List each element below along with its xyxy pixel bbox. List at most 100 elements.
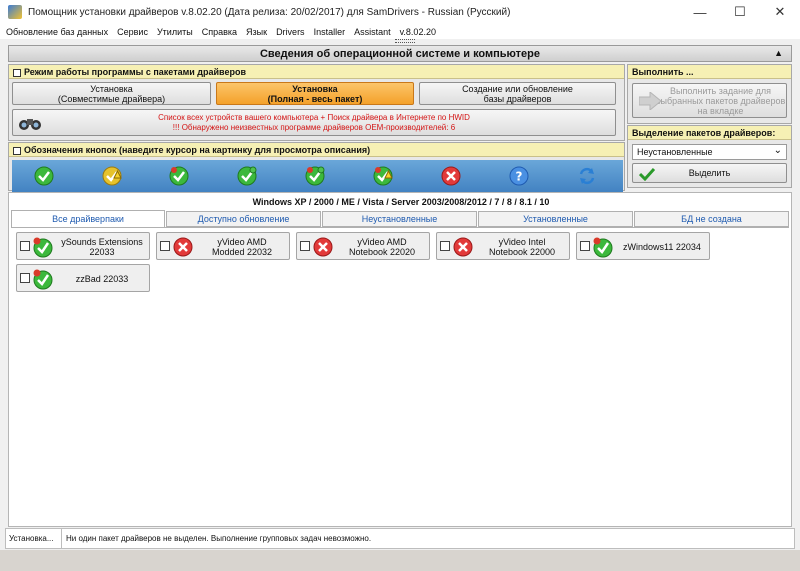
status-mode: Установка... bbox=[6, 529, 62, 548]
minimize-button[interactable]: — bbox=[680, 0, 720, 24]
driverpack-checkbox[interactable] bbox=[160, 241, 170, 251]
installed-check-icon[interactable] bbox=[34, 166, 54, 186]
execute-group-title: Выполнить ... bbox=[628, 65, 791, 79]
driverpack-version: Notebook 22000 bbox=[488, 247, 556, 257]
collapse-arrow-icon[interactable]: ▲ bbox=[774, 48, 783, 58]
binoculars-icon bbox=[19, 119, 41, 130]
execute-task-sublabel-2: на вкладке bbox=[697, 105, 744, 116]
os-compatibility-label: Windows XP / 2000 / ME / Vista / Server … bbox=[252, 197, 550, 207]
menu-language[interactable]: Язык bbox=[246, 27, 267, 37]
tab-not-installed[interactable]: Неустановленные bbox=[322, 211, 477, 227]
driverpack-name: ySounds Extensions bbox=[61, 237, 143, 247]
selection-dropdown[interactable]: Неустановленные ⌄ bbox=[632, 144, 787, 160]
driverpack-version: 22033 bbox=[89, 247, 115, 257]
selection-dropdown-value: Неустановленные bbox=[637, 147, 713, 157]
tab-all-driverpacks[interactable]: Все драйверпаки bbox=[11, 210, 165, 228]
menu-help[interactable]: Справка bbox=[202, 27, 237, 37]
checkmark-icon bbox=[639, 167, 655, 181]
driverpack-checkbox[interactable] bbox=[440, 241, 450, 251]
execute-task-button[interactable]: Выполнить задание для выбранных пакетов … bbox=[632, 83, 787, 118]
install-full-label: Установка bbox=[292, 83, 338, 94]
menu-update-databases[interactable]: Обновление баз данных bbox=[6, 27, 108, 37]
create-database-label: Создание или обновление bbox=[462, 83, 573, 94]
driverpack-checkbox[interactable] bbox=[20, 241, 30, 251]
menu-drivers[interactable]: Drivers bbox=[276, 27, 305, 37]
update-available-icon bbox=[33, 269, 53, 290]
tab-installed[interactable]: Установленные bbox=[478, 211, 633, 227]
driverpack-checkbox[interactable] bbox=[580, 241, 590, 251]
tab-update-available[interactable]: Доступно обновление bbox=[166, 211, 321, 227]
close-button[interactable]: ✕ bbox=[760, 0, 800, 24]
driverpack-name: zWindows11 22034 bbox=[623, 242, 701, 252]
driverpack-item[interactable]: ySounds Extensions 22033 bbox=[16, 232, 150, 260]
driverpack-version: Notebook 22020 bbox=[348, 247, 416, 257]
mode-group-title: Режим работы программы с пакетами драйве… bbox=[9, 65, 624, 79]
install-compatible-sublabel: (Совместимые драйвера) bbox=[57, 93, 166, 104]
warning-update-icon[interactable] bbox=[373, 166, 393, 186]
execute-task-label: Выполнить задание для bbox=[670, 85, 771, 96]
checkbox-icon bbox=[13, 146, 21, 155]
chevron-down-icon: ⌄ bbox=[773, 145, 782, 156]
checkbox-icon bbox=[13, 68, 21, 77]
window-title: Помощник установки драйверов v.8.02.20 (… bbox=[28, 6, 511, 18]
mode-group: Режим работы программы с пакетами драйве… bbox=[8, 64, 625, 141]
legend-group: Обозначения кнопок (наведите курсор на к… bbox=[8, 142, 625, 195]
driverpack-checkbox[interactable] bbox=[20, 273, 30, 283]
update-check-icon[interactable] bbox=[305, 166, 325, 186]
installed-newer-icon[interactable] bbox=[237, 166, 257, 186]
install-compatible-label: Установка bbox=[90, 83, 133, 94]
update-available-icon bbox=[33, 237, 53, 258]
error-icon bbox=[173, 237, 193, 257]
title-bar: Помощник установки драйверов v.8.02.20 (… bbox=[0, 0, 800, 24]
device-list-label: Список всех устройств вашего компьютера … bbox=[158, 112, 470, 122]
update-available-icon[interactable] bbox=[169, 166, 189, 186]
driverpack-item[interactable]: yVideo AMD Notebook 22020 bbox=[296, 232, 430, 260]
install-full-sublabel: (Полная - весь пакет) bbox=[267, 93, 363, 104]
menu-assistant[interactable]: Assistant bbox=[354, 27, 391, 37]
driverpack-name: yVideo AMD bbox=[357, 237, 407, 247]
select-button-label: Выделить bbox=[688, 168, 731, 178]
update-available-icon bbox=[593, 237, 613, 258]
driverpack-item[interactable]: yVideo Intel Notebook 22000 bbox=[436, 232, 570, 260]
system-info-title: Сведения об операционной системе и компь… bbox=[259, 47, 541, 60]
error-icon[interactable] bbox=[441, 166, 461, 186]
app-icon bbox=[8, 5, 22, 19]
menu-version[interactable]: v.8.02.20 bbox=[400, 27, 436, 37]
driverpack-checkbox[interactable] bbox=[300, 241, 310, 251]
selection-group: Выделение пакетов драйверов: Неустановле… bbox=[627, 125, 792, 188]
status-message: Ни один пакет драйверов не выделен. Выпо… bbox=[66, 534, 372, 543]
driverpack-list: ySounds Extensions 22033 yVideo AMD Modded… bbox=[11, 227, 789, 523]
menu-installer[interactable]: Installer bbox=[314, 27, 346, 37]
refresh-icon[interactable] bbox=[577, 166, 597, 186]
main-client-area: Сведения об операционной системе и компь… bbox=[5, 39, 795, 527]
driverpack-item[interactable]: zWindows11 22034 bbox=[576, 232, 710, 260]
execute-task-sublabel: выбранных пакетов драйверов bbox=[655, 95, 786, 106]
create-database-sublabel: базы драйверов bbox=[483, 93, 552, 104]
create-database-button[interactable]: Создание или обновление базы драйверов bbox=[419, 82, 616, 105]
error-icon bbox=[313, 237, 333, 257]
help-icon[interactable]: ? bbox=[509, 166, 529, 186]
driverpack-item[interactable]: yVideo AMD Modded 22032 bbox=[156, 232, 290, 260]
select-button[interactable]: Выделить bbox=[632, 163, 787, 183]
driverpack-name: zzBad 22033 bbox=[75, 274, 129, 284]
legend-group-title: Обозначения кнопок (наведите курсор на к… bbox=[9, 143, 624, 157]
menu-bar: Обновление баз данных Сервис Утилиты Спр… bbox=[0, 24, 800, 39]
install-compatible-button[interactable]: Установка (Совместимые драйвера) bbox=[12, 82, 211, 105]
execute-group: Выполнить ... Выполнить задание для выбр… bbox=[627, 64, 792, 124]
menu-service[interactable]: Сервис bbox=[117, 27, 148, 37]
error-icon bbox=[453, 237, 473, 257]
desktop-background-strip bbox=[0, 550, 800, 571]
menu-utilities[interactable]: Утилиты bbox=[157, 27, 193, 37]
system-info-header[interactable]: Сведения об операционной системе и компь… bbox=[8, 45, 792, 62]
selection-group-title: Выделение пакетов драйверов: bbox=[628, 126, 791, 140]
driverpack-name: yVideo AMD bbox=[217, 237, 267, 247]
warning-check-icon[interactable] bbox=[102, 166, 122, 186]
svg-text:?: ? bbox=[516, 170, 523, 184]
driverpack-item[interactable]: zzBad 22033 bbox=[16, 264, 150, 292]
device-list-button[interactable]: Список всех устройств вашего компьютера … bbox=[12, 109, 616, 136]
unknown-oem-warning: !!! Обнаружено неизвестных программе дра… bbox=[172, 122, 456, 132]
splitter-grip[interactable] bbox=[395, 39, 415, 43]
install-full-button[interactable]: Установка (Полная - весь пакет) bbox=[216, 82, 414, 105]
tab-db-not-created[interactable]: БД не создана bbox=[634, 211, 789, 227]
maximize-button[interactable]: ☐ bbox=[720, 0, 760, 24]
